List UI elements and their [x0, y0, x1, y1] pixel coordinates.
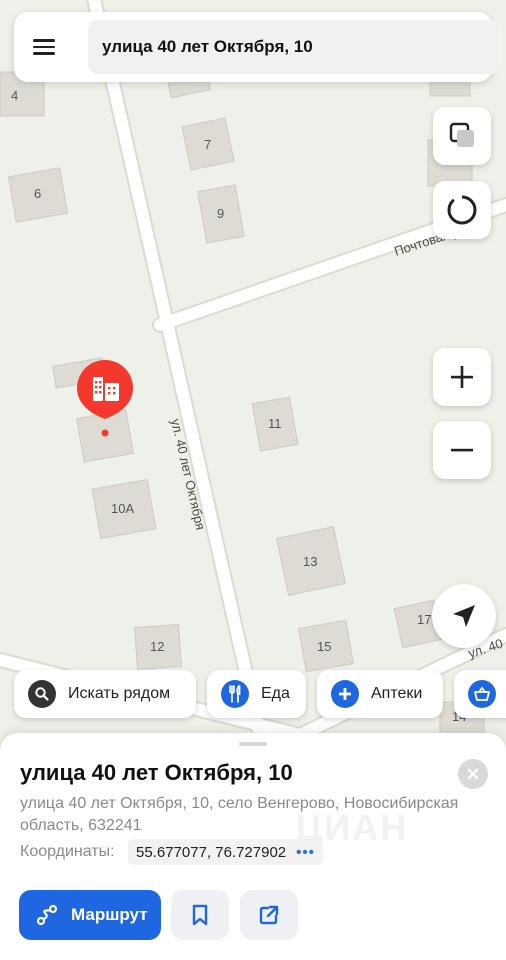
chip-food[interactable]: Еда — [207, 670, 306, 718]
layers-icon — [449, 122, 474, 147]
search-input[interactable]: улица 40 лет Октября, 10 — [88, 20, 502, 74]
chip-label: Аптеки — [371, 685, 423, 702]
bookmark-icon — [192, 904, 208, 926]
chip-shopping[interactable] — [454, 670, 506, 718]
house-number: 9 — [217, 206, 224, 221]
house-number: 4 — [11, 88, 18, 103]
compass-button[interactable] — [433, 181, 491, 239]
hamburger-menu-icon — [33, 39, 55, 55]
layers-button[interactable] — [433, 107, 491, 165]
fork-knife-icon — [221, 680, 249, 708]
house-number: 11 — [268, 416, 282, 431]
house-number: 15 — [317, 639, 331, 654]
place-title: улица 40 лет Октября, 10 — [20, 760, 293, 785]
sheet-grabber[interactable] — [239, 742, 267, 746]
zoom-in-button[interactable] — [433, 348, 491, 406]
zoom-out-button[interactable] — [433, 421, 491, 479]
bookmark-button[interactable] — [171, 890, 229, 940]
share-button[interactable] — [240, 890, 298, 940]
house-number: 17 — [417, 612, 431, 627]
menu-button[interactable] — [14, 12, 74, 82]
coordinates-value[interactable]: 55.677077, 76.727902 ••• — [128, 839, 323, 865]
coordinates-text: 55.677077, 76.727902 — [136, 843, 287, 861]
place-card: ЦИАН улица 40 лет Октября, 10 улица 40 л… — [0, 733, 506, 960]
share-icon — [259, 905, 279, 925]
navigation-arrow-icon — [453, 605, 475, 627]
plus-icon — [331, 680, 359, 708]
more-dots-icon[interactable]: ••• — [296, 844, 315, 861]
close-button[interactable] — [458, 759, 488, 789]
category-chips: Искать рядом Еда Аптеки — [0, 670, 506, 720]
place-address: улица 40 лет Октября, 10, село Венгерово… — [20, 795, 459, 834]
close-icon — [467, 768, 479, 780]
plus-icon — [451, 366, 473, 388]
basket-icon — [468, 680, 496, 708]
house-number: 13 — [303, 554, 317, 569]
house-number: 7 — [204, 137, 211, 152]
my-location-button[interactable] — [432, 584, 496, 648]
coordinates-label: Координаты: — [20, 843, 115, 860]
chip-pharmacies[interactable]: Аптеки — [317, 670, 443, 718]
route-icon — [35, 903, 59, 927]
chip-label: Еда — [261, 685, 290, 702]
chip-label: Искать рядом — [68, 685, 171, 702]
minus-icon — [451, 448, 473, 452]
house-number: 12 — [150, 639, 164, 654]
chip-search-nearby[interactable]: Искать рядом — [14, 670, 196, 718]
route-button[interactable]: Маршрут — [19, 890, 161, 940]
route-label: Маршрут — [71, 905, 148, 924]
search-icon — [28, 680, 56, 708]
house-number: 6 — [34, 186, 41, 201]
compass-icon — [447, 195, 477, 225]
search-bar: улица 40 лет Октября, 10 — [14, 12, 502, 82]
house-number: 10А — [111, 501, 134, 516]
